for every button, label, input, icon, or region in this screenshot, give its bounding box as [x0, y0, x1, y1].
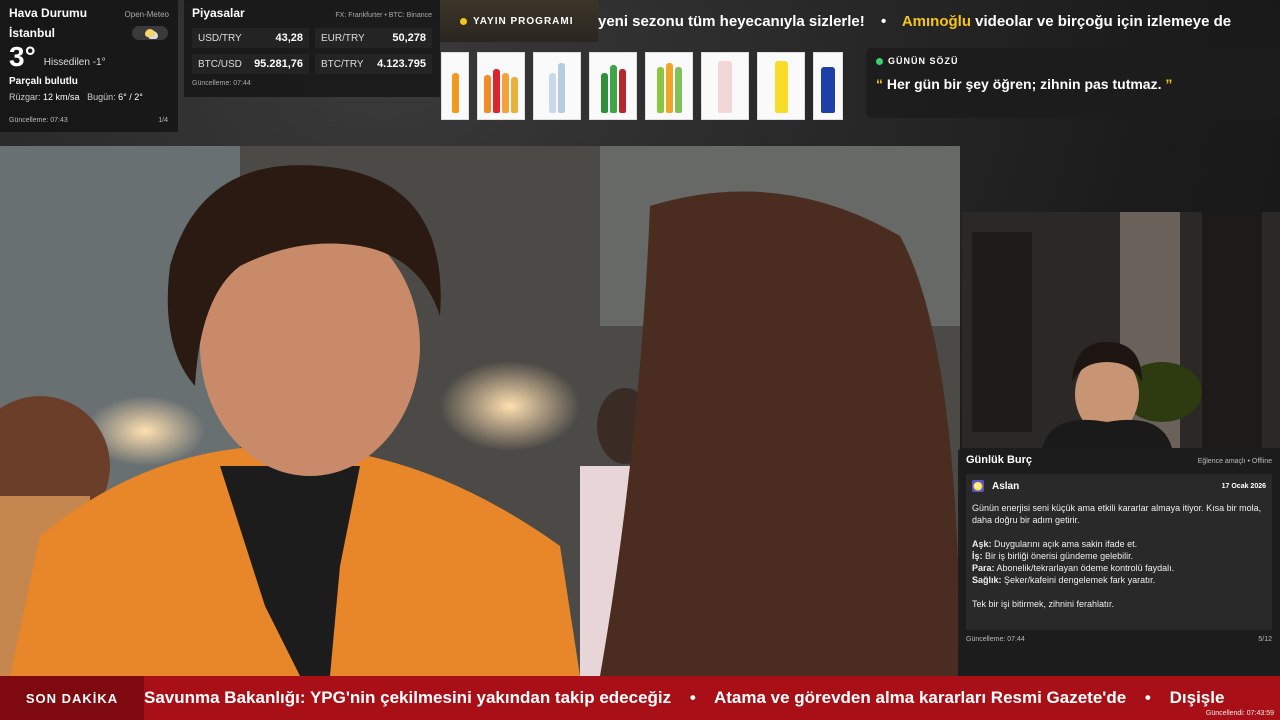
horoscope-work: İş: Bir iş birliği önerisi gündeme geleb…	[972, 550, 1266, 562]
horoscope-sign: Aslan	[992, 480, 1020, 492]
market-row: BTC/USD 95.281,76	[192, 54, 309, 74]
health-label: Sağlık:	[972, 575, 1002, 585]
horoscope-updated: Güncelleme: 07:44	[966, 636, 1025, 643]
breaking-news-item: Dışişle	[1169, 688, 1225, 707]
money-text: Abonelik/tekrarlayan ödeme kontrolü fayd…	[996, 563, 1175, 573]
quote-text: Her gün bir şey öğren; zihnin pas tutmaz…	[886, 76, 1162, 92]
product-image	[589, 52, 637, 120]
top-ticker: yeni sezonu tüm heyecanıyla sizlerle! • …	[598, 8, 1280, 36]
love-label: Aşk:	[972, 539, 992, 549]
weather-page: 1/4	[158, 117, 168, 124]
markets-title: Piyasalar	[192, 6, 245, 20]
webcam-feed	[962, 212, 1280, 448]
market-value: 4.123.795	[377, 58, 426, 70]
breaking-news-bar: SON DAKİKA Savunma Bakanlığı: YPG'nin çe…	[0, 676, 1280, 720]
market-value: 43,28	[275, 32, 303, 44]
wind-label: Rüzgar:	[9, 92, 41, 102]
weather-title: Hava Durumu	[9, 6, 88, 20]
love-text: Duygularını açık ama sakin ifade et.	[994, 539, 1138, 549]
schedule-button-label: YAYIN PROGRAMI	[473, 15, 574, 27]
horoscope-status: Eğlence amaçlı • Offline	[1197, 458, 1272, 465]
market-value: 50,278	[392, 32, 426, 44]
live-dot-icon	[460, 17, 467, 25]
breaking-news-item: Atama ve görevden alma kararları Resmi G…	[713, 688, 1127, 707]
work-label: İş:	[972, 551, 983, 561]
schedule-button[interactable]: YAYIN PROGRAMI	[440, 0, 598, 42]
horoscope-health: Sağlık: Şeker/kafeini dengelemek fark ya…	[972, 574, 1266, 586]
markets-source: FX: Frankfurter • BTC: Binance	[335, 12, 432, 19]
markets-widget: Piyasalar FX: Frankfurter • BTC: Binance…	[184, 0, 440, 97]
wind-value: 12 km/sa	[43, 92, 80, 102]
weather-widget: Hava Durumu Open-Meteo İstanbul 3° Hisse…	[0, 0, 178, 132]
ticker-separator: •	[880, 13, 887, 30]
quote-open-mark: “	[876, 76, 883, 92]
horoscope-title: Günlük Burç	[966, 454, 1033, 466]
weather-temperature: 3°	[9, 41, 36, 72]
horoscope-date: 17 Ocak 2026	[1221, 482, 1266, 490]
video-frame	[0, 146, 960, 676]
quote-text-row: “ Her gün bir şey öğren; zihnin pas tutm…	[876, 76, 1270, 92]
product-image	[701, 52, 749, 120]
product-image	[441, 52, 469, 120]
webcam-frame	[962, 212, 1280, 448]
horoscope-widget: Günlük Burç Eğlence amaçlı • Offline ♌ A…	[958, 448, 1280, 676]
horoscope-page: 5/12	[1258, 636, 1272, 643]
market-row: EUR/TRY 50,278	[315, 28, 432, 48]
money-label: Para:	[972, 563, 995, 573]
market-symbol: BTC/USD	[198, 58, 242, 70]
horoscope-intro: Günün enerjisi seni küçük ama etkili kar…	[972, 503, 1262, 525]
main-video-player[interactable]	[0, 146, 960, 676]
health-text: Şeker/kafeini dengelemek fark yaratır.	[1004, 575, 1156, 585]
sponsor-product-strip	[441, 52, 861, 122]
market-row: USD/TRY 43,28	[192, 28, 309, 48]
market-row: BTC/TRY 4.123.795	[315, 54, 432, 74]
horoscope-tip: Tek bir işi bitirmek, zihnini ferahlatır…	[972, 599, 1115, 609]
partly-cloudy-icon	[132, 26, 168, 40]
ticker-separator: •	[689, 688, 696, 707]
quote-title: GÜNÜN SÖZÜ	[888, 56, 959, 66]
quote-close-mark: ”	[1165, 76, 1173, 92]
weather-source: Open-Meteo	[124, 10, 169, 19]
product-image	[813, 52, 843, 120]
breaking-news-label: SON DAKİKA	[0, 676, 144, 720]
stream-overlay: Hava Durumu Open-Meteo İstanbul 3° Hisse…	[0, 0, 1280, 720]
work-text: Bir iş birliği önerisi gündeme gelebilir…	[985, 551, 1134, 561]
weather-feels-like: Hissedilen -1°	[43, 57, 106, 68]
product-image	[645, 52, 693, 120]
market-value: 95.281,76	[254, 58, 303, 70]
weather-details: Rüzgar: 12 km/sa Bugün: 6° / 2°	[9, 92, 169, 102]
product-image	[477, 52, 525, 120]
markets-updated: Güncelleme: 07:44	[192, 80, 251, 87]
top-ticker-text: yeni sezonu tüm heyecanıyla sizlerle!	[598, 13, 865, 30]
breaking-news-ticker: Savunma Bakanlığı: YPG'nin çekilmesini y…	[144, 676, 1280, 720]
live-dot-icon	[876, 57, 883, 65]
weather-condition: Parçalı bulutlu	[9, 76, 78, 87]
top-ticker-text: videolar ve birçoğu için izlemeye de	[975, 13, 1232, 30]
today-label: Bugün:	[87, 92, 116, 102]
leo-icon: ♌	[972, 480, 984, 492]
ticker-separator: •	[1144, 688, 1151, 707]
horoscope-card: ♌ Aslan 17 Ocak 2026 Günün enerjisi seni…	[966, 474, 1272, 630]
breaking-news-item: Savunma Bakanlığı: YPG'nin çekilmesini y…	[144, 688, 672, 707]
today-value: 6° / 2°	[118, 92, 143, 102]
market-symbol: EUR/TRY	[321, 32, 365, 44]
market-symbol: BTC/TRY	[321, 58, 364, 70]
horoscope-love: Aşk: Duygularını açık ama sakin ifade et…	[972, 538, 1266, 550]
product-image	[757, 52, 805, 120]
weather-updated: Güncelleme: 07:43	[9, 117, 68, 124]
top-ticker-highlight: Amınoğlu	[901, 13, 971, 30]
horoscope-money: Para: Abonelik/tekrarlayan ödeme kontrol…	[972, 562, 1266, 574]
breaking-news-updated: Güncellendi: 07:43:59	[1205, 710, 1274, 717]
quote-of-the-day: GÜNÜN SÖZÜ “ Her gün bir şey öğren; zihn…	[866, 48, 1280, 118]
market-symbol: USD/TRY	[198, 32, 242, 44]
product-image	[533, 52, 581, 120]
